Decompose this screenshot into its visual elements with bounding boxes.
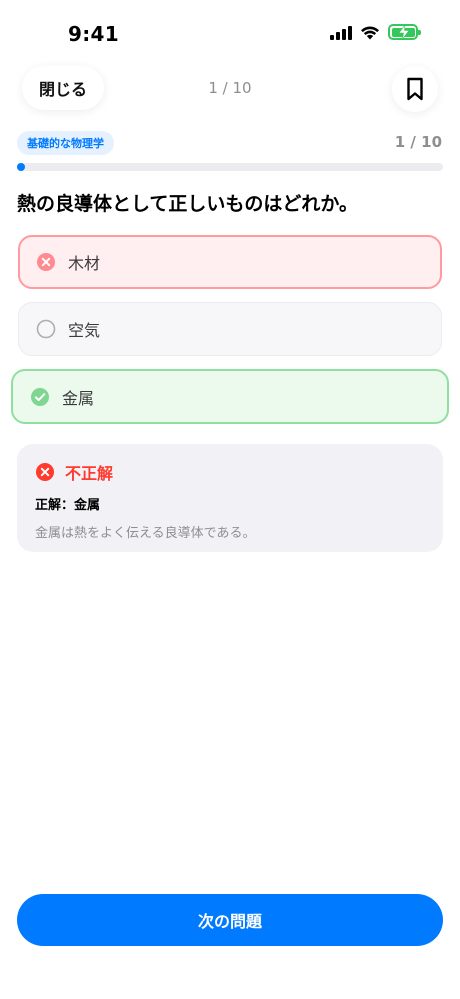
answer-option-air[interactable]: 空気 (18, 302, 442, 356)
next-question-button[interactable]: 次の問題 (17, 894, 443, 946)
question-text: 熱の良導体として正しいものはどれか。 (17, 193, 359, 215)
x-circle-icon (37, 253, 55, 271)
check-circle-icon (31, 387, 49, 406)
status-icons (330, 24, 421, 40)
radio-empty-icon (36, 319, 56, 339)
feedback-panel: 不正解 正解：金属 金属は熱をよく伝える良導体である。 (17, 444, 443, 552)
wifi-icon (361, 26, 379, 39)
answer-option-metal[interactable]: 金属 (11, 369, 449, 424)
status-bar: 9:41 (0, 0, 460, 64)
progress-bar (17, 163, 443, 171)
bookmark-icon (407, 77, 423, 101)
option-label: 木材 (68, 254, 101, 273)
correct-answer-text: 正解：金属 (35, 498, 101, 513)
explanation-text: 金属は熱をよく伝える良導体である。 (35, 526, 256, 541)
feedback-header: 不正解 (35, 460, 425, 484)
category-badge: 基礎的な物理学 (17, 131, 114, 155)
option-label: 金属 (62, 388, 95, 408)
cellular-signal-icon (330, 25, 352, 40)
status-time: 9:41 (68, 22, 119, 46)
x-circle-icon (36, 463, 54, 481)
question-counter: 1 / 10 (208, 79, 252, 97)
progress-counter: 1 / 10 (394, 133, 442, 151)
option-label: 空気 (68, 321, 101, 340)
close-button[interactable]: 閉じる (22, 66, 104, 110)
battery-icon (388, 24, 421, 40)
answer-option-wood[interactable]: 木材 (18, 235, 442, 289)
progress-bar-fill (17, 163, 25, 171)
bookmark-button[interactable] (392, 66, 438, 112)
feedback-title: 不正解 (65, 464, 114, 483)
